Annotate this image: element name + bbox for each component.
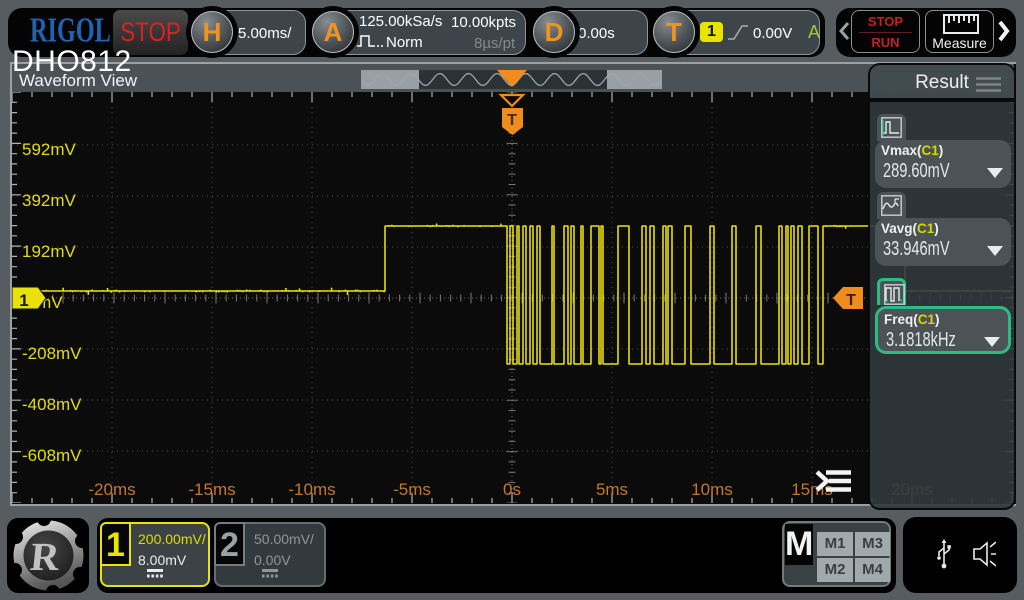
svg-text:392mV: 392mV xyxy=(22,191,77,210)
svg-text:T: T xyxy=(846,292,856,309)
svg-text:592mV: 592mV xyxy=(22,140,77,159)
svg-text:-408mV: -408mV xyxy=(22,395,82,414)
svg-text:-20ms: -20ms xyxy=(88,480,135,499)
svg-text:5ms: 5ms xyxy=(596,480,628,499)
svg-text:-208mV: -208mV xyxy=(22,344,82,363)
svg-text:0s: 0s xyxy=(503,480,521,499)
svg-text:-10ms: -10ms xyxy=(288,480,335,499)
svg-text:T: T xyxy=(507,112,517,129)
svg-text:-15ms: -15ms xyxy=(188,480,235,499)
svg-text:192mV: 192mV xyxy=(22,242,77,261)
svg-text:10ms: 10ms xyxy=(691,480,733,499)
svg-text:1: 1 xyxy=(19,291,28,310)
svg-text:-5ms: -5ms xyxy=(393,480,431,499)
svg-text:-608mV: -608mV xyxy=(22,446,82,465)
svg-text:R: R xyxy=(28,534,63,579)
